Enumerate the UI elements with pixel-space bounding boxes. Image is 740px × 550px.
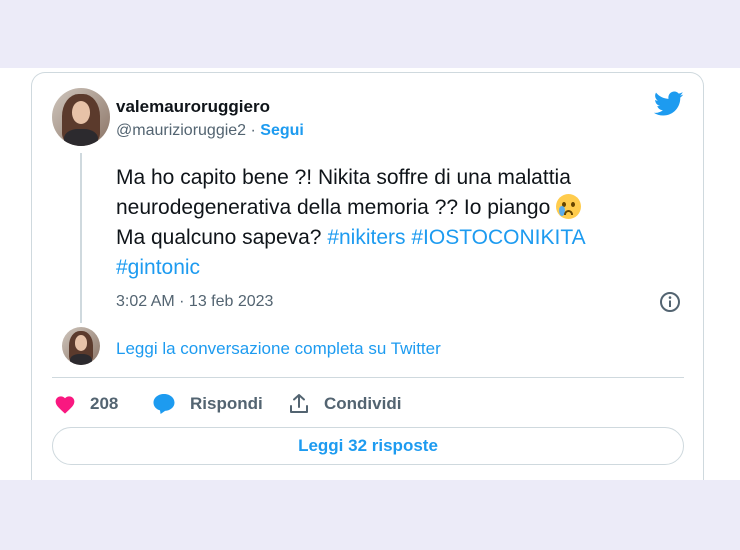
tweet-timestamp[interactable]: 3:02 AM · 13 feb 2023: [116, 293, 273, 311]
tweet-text: Ma ho capito bene ?! Nikita soffre di un…: [116, 163, 676, 283]
share-label: Condividi: [324, 394, 402, 413]
like-button[interactable]: 208: [54, 391, 118, 417]
twitter-bird-icon[interactable]: [654, 91, 684, 117]
author-avatar[interactable]: [52, 88, 110, 146]
hashtag-link[interactable]: #IOSTOCONIKITA: [411, 226, 585, 249]
follow-link[interactable]: Segui: [260, 122, 304, 139]
info-icon[interactable]: [659, 291, 681, 313]
reply-button[interactable]: Rispondi: [152, 391, 263, 417]
author-handle-row: @maurizioruggie2 · Segui: [116, 122, 304, 140]
like-count: 208: [90, 394, 119, 413]
handle-separator: ·: [246, 122, 261, 139]
tweet-text-part1: Ma ho capito bene ?! Nikita soffre di un…: [116, 166, 571, 219]
hashtag-link[interactable]: #gintonic: [116, 256, 200, 279]
read-conversation-link[interactable]: Leggi la conversazione completa su Twitt…: [116, 339, 441, 359]
divider: [52, 377, 684, 378]
author-handle[interactable]: @maurizioruggie2: [116, 122, 246, 139]
tweet-text-part2: Ma qualcuno sapeva?: [116, 226, 328, 249]
heart-icon: [55, 396, 75, 414]
reply-bubble-icon: [153, 394, 175, 414]
read-replies-button[interactable]: Leggi 32 risposte: [52, 427, 684, 465]
thread-line: [80, 153, 82, 323]
share-button[interactable]: Condividi: [288, 391, 401, 417]
crying-face-icon: [556, 194, 582, 219]
conversation-avatar[interactable]: [62, 327, 100, 365]
hashtag-link[interactable]: #nikiters: [327, 226, 405, 249]
reply-label: Rispondi: [190, 394, 263, 413]
share-icon: [290, 394, 308, 413]
author-display-name[interactable]: valemauroruggiero: [116, 97, 270, 117]
tweet-card: valemauroruggiero @maurizioruggie2 · Seg…: [31, 72, 704, 480]
